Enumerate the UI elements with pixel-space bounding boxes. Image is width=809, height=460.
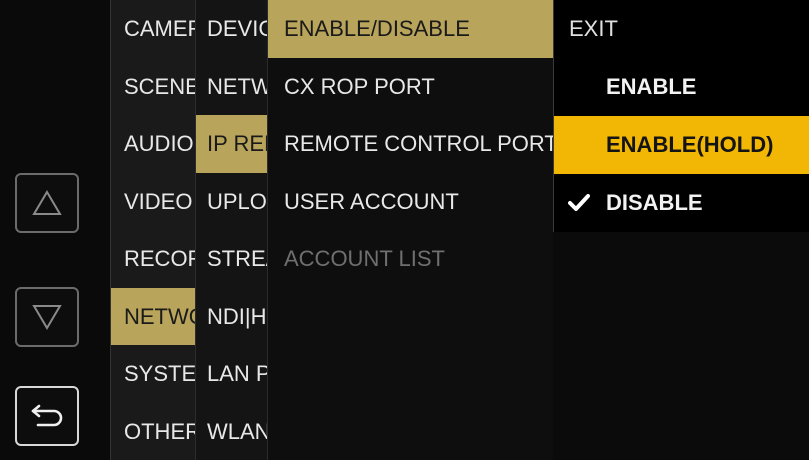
scroll-up-button[interactable] bbox=[15, 173, 79, 233]
return-arrow-icon bbox=[31, 404, 63, 427]
option-disable[interactable]: DISABLE bbox=[554, 174, 809, 232]
camera-menu-screen: CAMERA SCENE AUDIO VIDEO OUT RECORDING N… bbox=[0, 0, 809, 460]
menu1-item-system[interactable]: SYSTEM bbox=[111, 345, 196, 403]
option-enable[interactable]: ENABLE bbox=[554, 58, 809, 116]
menu3-item-user-account[interactable]: USER ACCOUNT bbox=[268, 173, 554, 231]
option-enable-hold[interactable]: ENABLE(HOLD) bbox=[554, 116, 809, 174]
menu2-item-network[interactable]: NETWORK bbox=[196, 58, 268, 116]
scroll-down-button[interactable] bbox=[15, 287, 79, 347]
triangle-up-icon bbox=[32, 190, 62, 215]
control-rail bbox=[0, 0, 110, 460]
back-button[interactable] bbox=[15, 386, 79, 446]
options-panel: EXIT ENABLE ENABLE(HOLD) DISABLE bbox=[553, 0, 809, 232]
menu2-item-lan-property[interactable]: LAN PROPERTY bbox=[196, 345, 268, 403]
menu1-item-audio[interactable]: AUDIO bbox=[111, 115, 196, 173]
menu1-item-camera[interactable]: CAMERA bbox=[111, 0, 196, 58]
menu3-item-account-list: ACCOUNT LIST bbox=[284, 246, 445, 271]
menu3-item-remote-control-port[interactable]: REMOTE CONTROL PORT bbox=[268, 115, 554, 173]
menu2-item-ip-remote[interactable]: IP REMOTE bbox=[196, 115, 268, 173]
menu-level3: ENABLE/DISABLE CX ROP PORT REMOTE CONTRO… bbox=[267, 0, 554, 460]
menu1-item-scene[interactable]: SCENE bbox=[111, 58, 196, 116]
option-disable-label: DISABLE bbox=[606, 190, 703, 215]
menu3-item-cx-rop-port[interactable]: CX ROP PORT bbox=[268, 58, 554, 116]
menu2-item-streaming[interactable]: STREAMING bbox=[196, 230, 268, 288]
triangle-down-icon bbox=[32, 305, 62, 330]
menu-level2: DEVICE NETWORK IP REMOTE UPLOAD STREAMIN… bbox=[195, 0, 268, 460]
menu1-item-video-out[interactable]: VIDEO OUT bbox=[111, 173, 196, 231]
menu2-item-upload[interactable]: UPLOAD bbox=[196, 173, 268, 231]
menu1-item-others[interactable]: OTHERS bbox=[111, 403, 196, 460]
menu2-item-wlan[interactable]: WLAN bbox=[196, 403, 268, 460]
menu2-item-ndi-hx[interactable]: NDI|HX bbox=[196, 288, 268, 346]
empty-panel-area bbox=[553, 232, 809, 460]
menu3-item-enable-disable[interactable]: ENABLE/DISABLE bbox=[268, 0, 554, 58]
exit-option[interactable]: EXIT bbox=[554, 0, 809, 58]
menu1-item-network[interactable]: NETWORK bbox=[111, 287, 196, 345]
menu2-item-device[interactable]: DEVICE bbox=[196, 0, 268, 58]
menu-level1: CAMERA SCENE AUDIO VIDEO OUT RECORDING N… bbox=[110, 0, 196, 460]
menu1-item-recording[interactable]: RECORDING bbox=[111, 230, 196, 288]
